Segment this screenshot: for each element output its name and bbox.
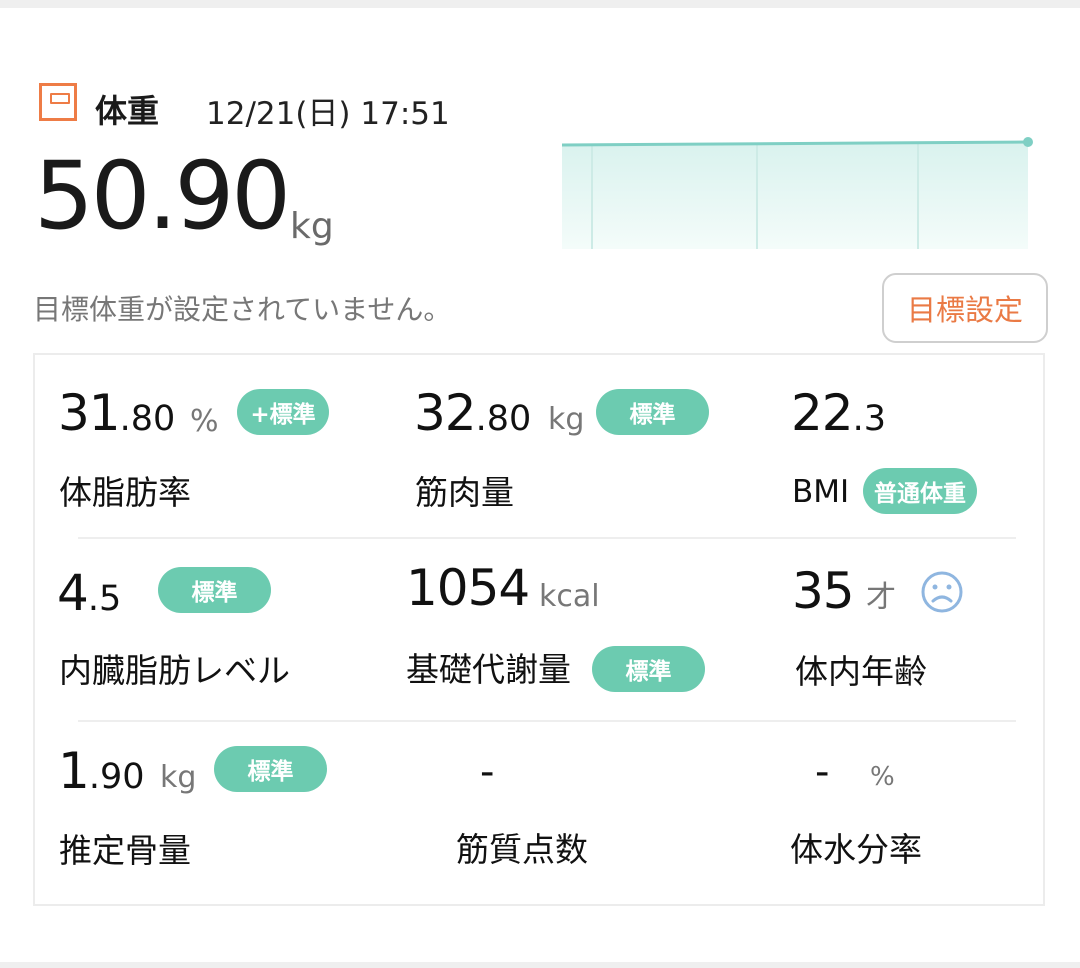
body-fat-label: 体脂肪率 <box>59 473 191 512</box>
bone-mass-status-badge: 標準 <box>214 746 327 792</box>
bmr-unit: kcal <box>539 579 600 614</box>
sad-face-icon <box>921 571 963 613</box>
muscle-score-label: 筋質点数 <box>456 830 588 869</box>
body-fat-status-badge: +標準 <box>237 389 329 435</box>
body-fat-unit: % <box>190 404 219 439</box>
visceral-fat-value: 4.5 <box>57 564 122 622</box>
weight-unit: kg <box>290 206 334 247</box>
row-divider <box>78 720 1016 722</box>
bmr-status-badge: 標準 <box>592 646 705 692</box>
trend-area <box>562 142 1028 249</box>
body-age-value: 35 <box>792 562 855 620</box>
measurement-datetime: 12/21(日) 17:51 <box>206 96 450 132</box>
goal-message: 目標体重が設定されていません。 <box>33 293 452 326</box>
bmr-label: 基礎代謝量 <box>406 650 571 689</box>
bmi-status-badge: 普通体重 <box>863 468 977 514</box>
muscle-score-value: - <box>480 749 495 795</box>
card-title: 体重 <box>95 92 160 130</box>
body-age-label: 体内年齢 <box>795 652 927 691</box>
visceral-fat-status-badge: 標準 <box>158 567 271 613</box>
bone-mass-value: 1.90 <box>58 742 145 800</box>
scale-icon <box>39 83 77 121</box>
muscle-unit: kg <box>548 402 585 437</box>
muscle-value: 32.80 <box>414 384 532 442</box>
weight-trend-chart <box>562 137 1033 249</box>
bone-mass-unit: kg <box>160 760 197 795</box>
body-water-value: - <box>815 749 830 795</box>
muscle-status-badge: 標準 <box>596 389 709 435</box>
bmr-value: 1054 <box>406 559 530 617</box>
bone-mass-label: 推定骨量 <box>59 831 191 870</box>
bmi-value: 22.3 <box>791 384 887 442</box>
muscle-label: 筋肉量 <box>415 473 514 512</box>
bmi-label: BMI <box>792 474 850 510</box>
body-water-unit: % <box>870 762 895 792</box>
body-age-unit: 才 <box>866 580 896 615</box>
trend-point <box>1023 137 1033 147</box>
body-composition-panel <box>33 353 1045 906</box>
body-water-label: 体水分率 <box>790 830 922 869</box>
goal-setting-button[interactable]: 目標設定 <box>882 273 1048 343</box>
weight-value: 50.90 <box>34 142 291 251</box>
row-divider <box>78 537 1016 539</box>
visceral-fat-label: 内臓脂肪レベル <box>59 651 290 690</box>
body-fat-value: 31.80 <box>58 384 176 442</box>
